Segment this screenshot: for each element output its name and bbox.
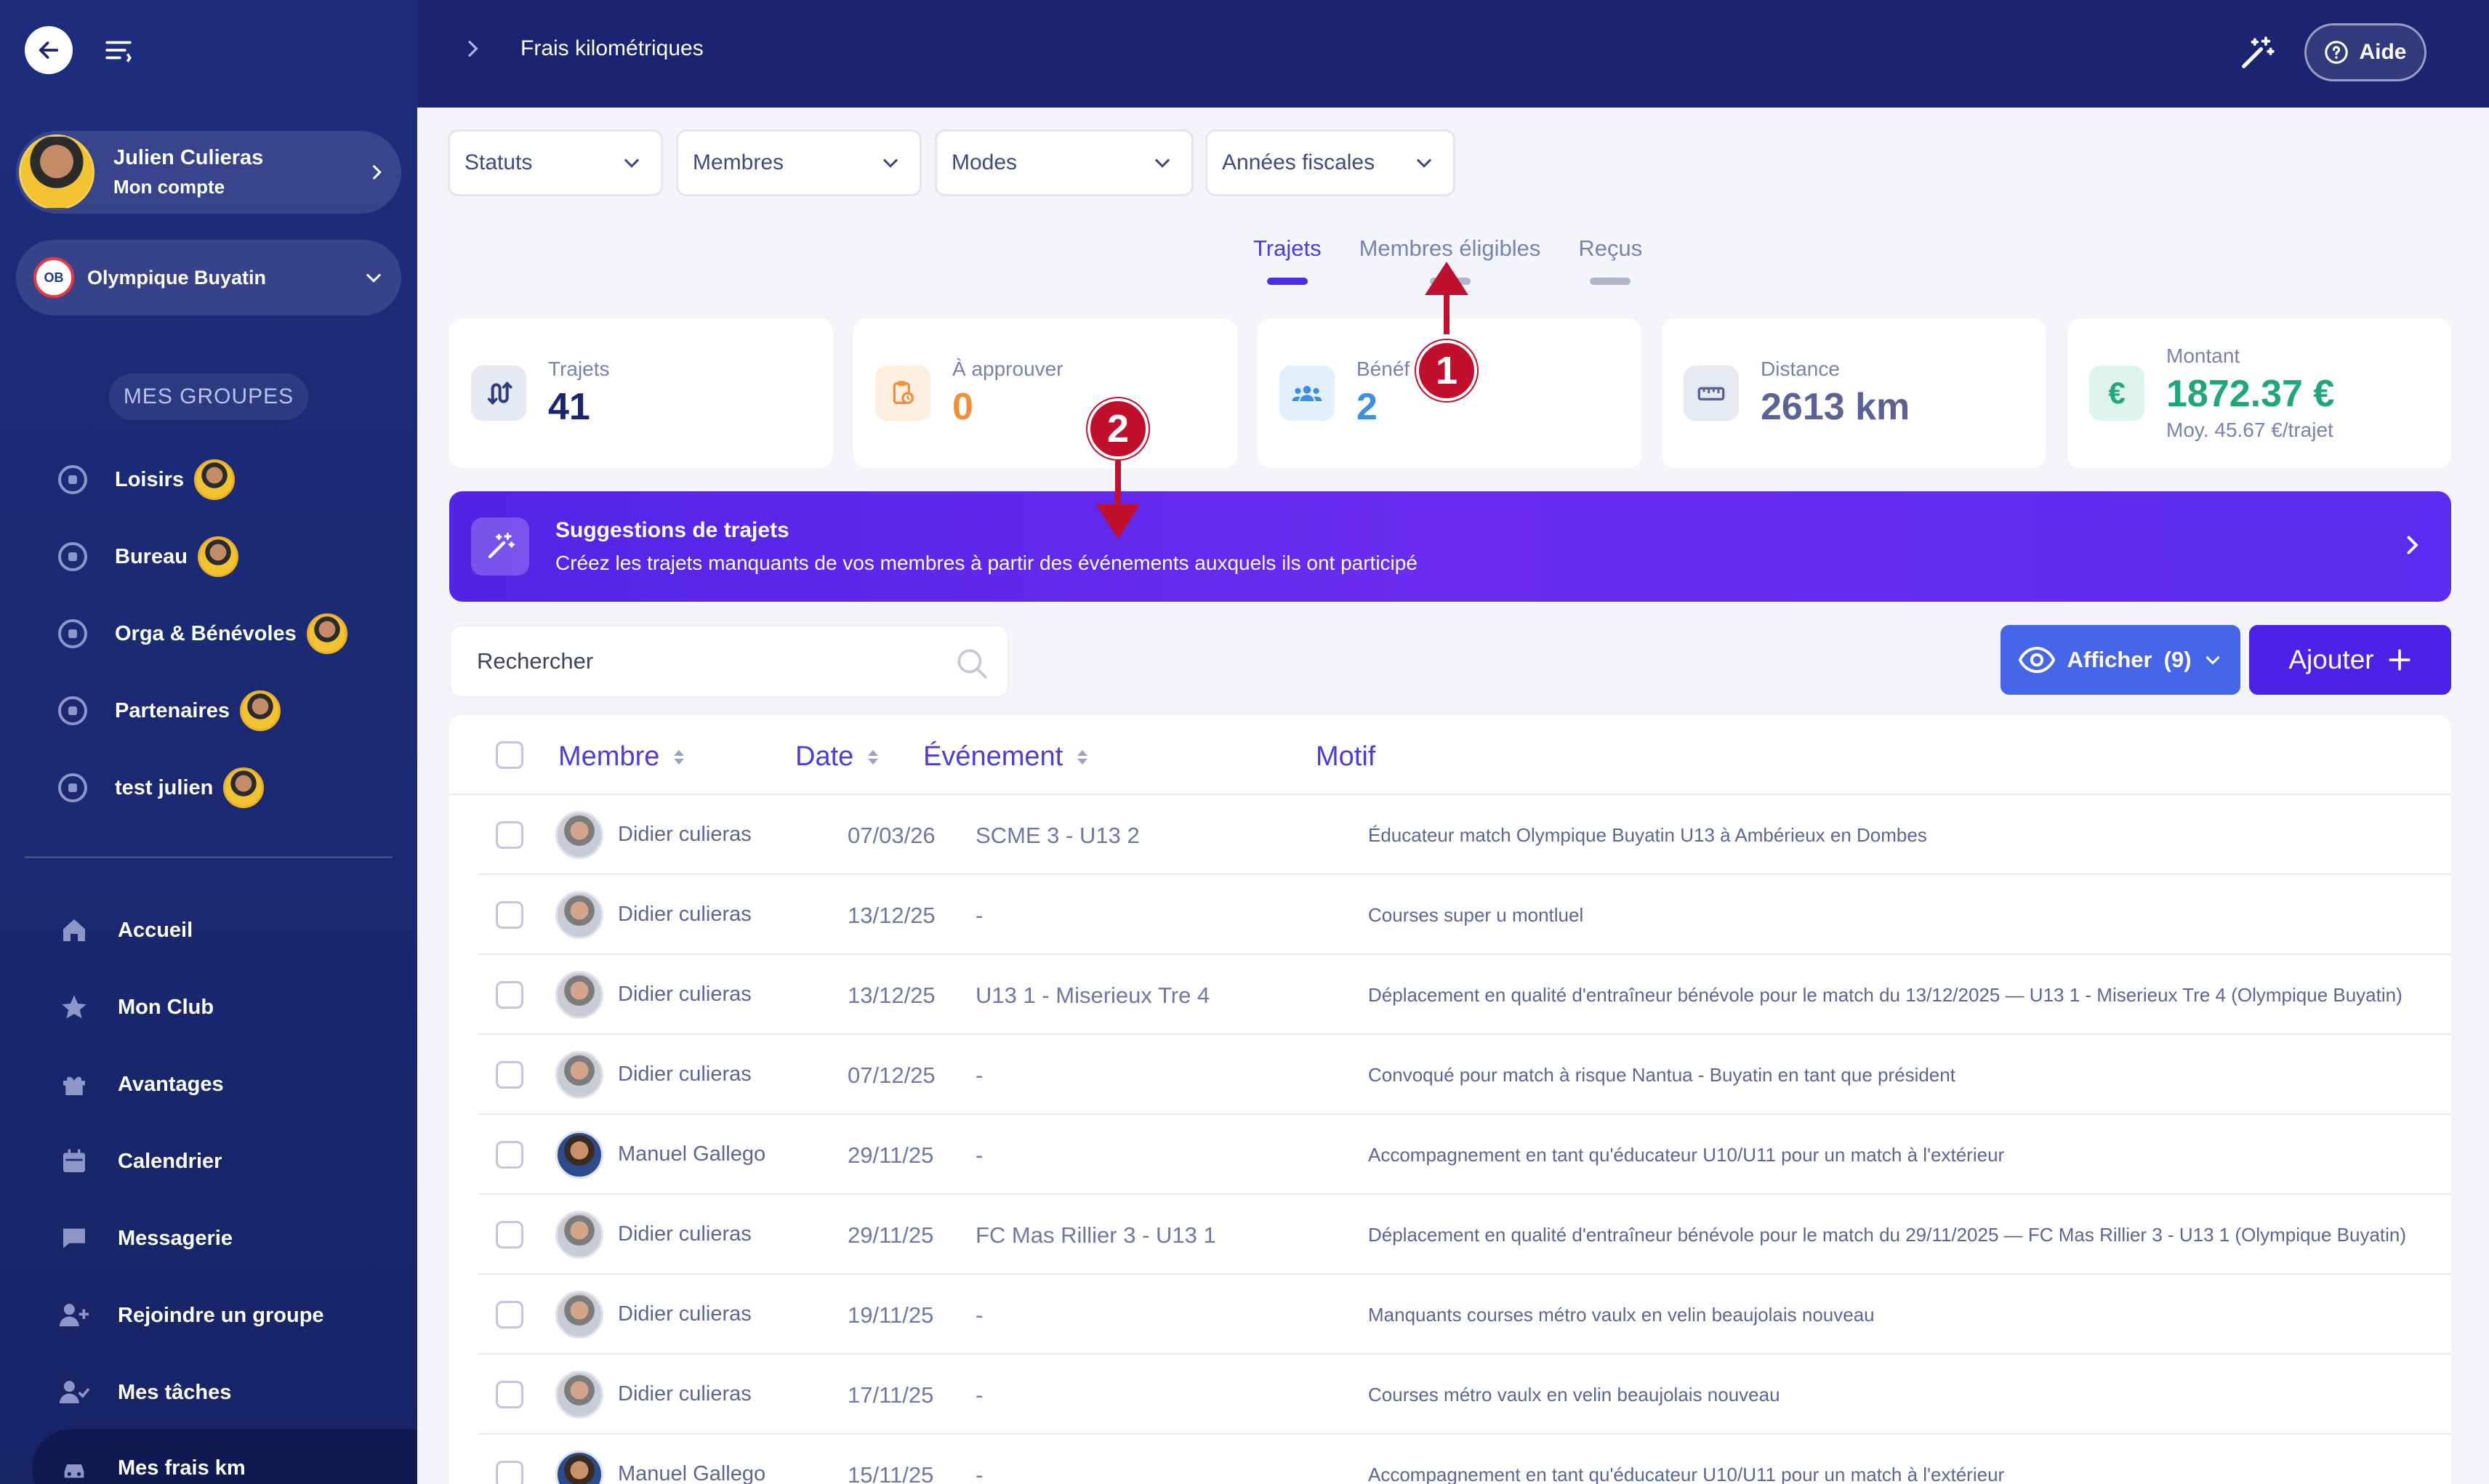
- annotation-badge-2: 2: [1087, 398, 1149, 459]
- annotation-arrow-2-head: [1096, 504, 1140, 539]
- annotation-arrow-1-head: [1425, 262, 1468, 295]
- annotation-arrows: [1096, 262, 1468, 539]
- annotation-badge-1: 1: [1416, 340, 1477, 401]
